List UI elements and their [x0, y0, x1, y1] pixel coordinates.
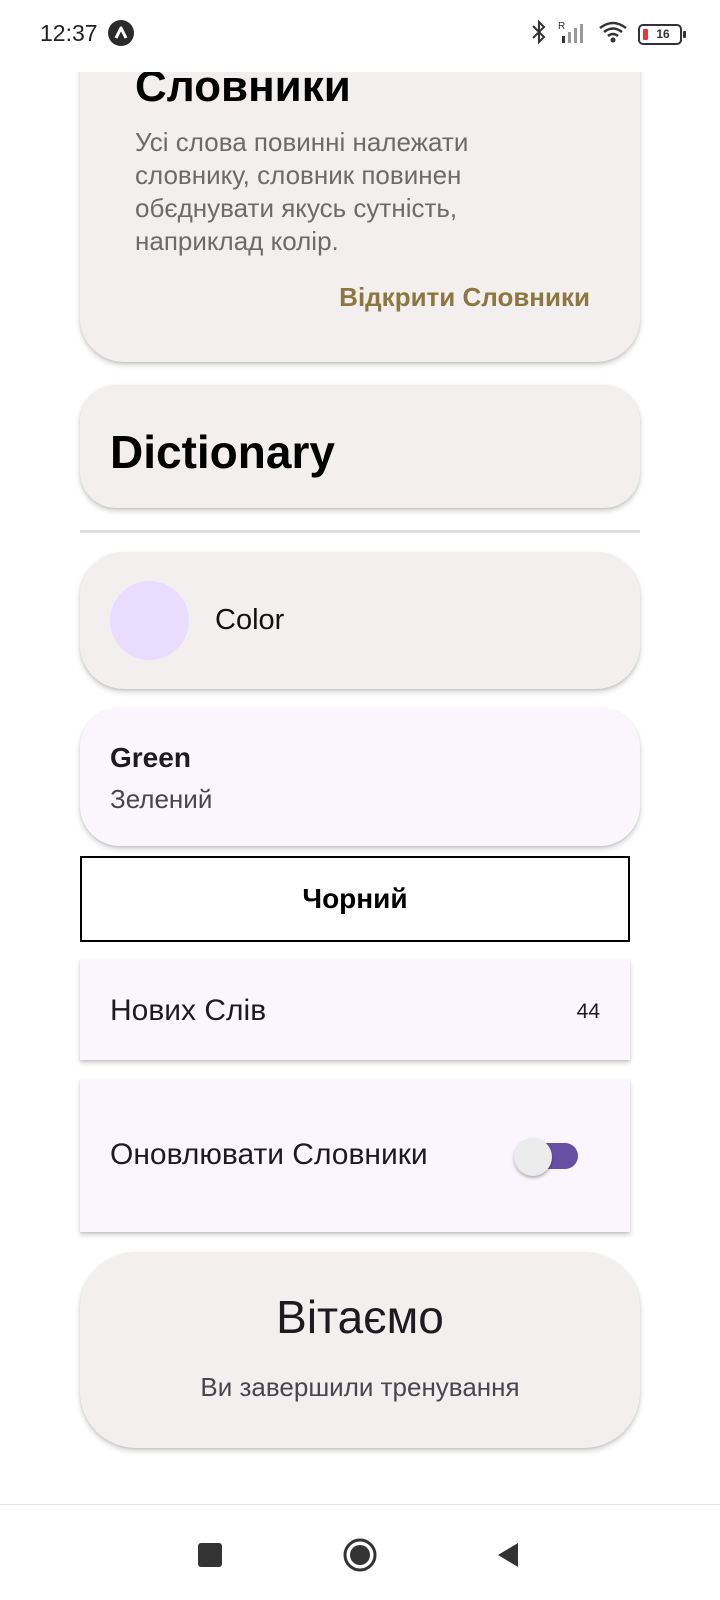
- color-dictionary-label: Color: [215, 604, 285, 636]
- navigation-bar: [0, 1504, 720, 1600]
- recents-icon[interactable]: [186, 1531, 234, 1579]
- word-translation: Зелений: [110, 784, 213, 814]
- new-words-label: Нових Слів: [110, 994, 267, 1027]
- app-badge-icon: [108, 20, 134, 46]
- open-dictionaries-button[interactable]: Відкрити Словники: [339, 282, 590, 313]
- welcome-card: Вітаємо Ви завершили тренування: [80, 1252, 640, 1448]
- welcome-title: Вітаємо: [276, 1291, 444, 1343]
- word-original: Green: [110, 742, 191, 773]
- new-words-row[interactable]: Нових Слів 44: [80, 960, 630, 1060]
- dictionaries-card: Словники Усі слова повинні належати слов…: [80, 72, 640, 362]
- black-answer-button[interactable]: Чорний: [80, 856, 630, 942]
- svg-text:R: R: [558, 21, 565, 32]
- battery-level: 16: [656, 27, 670, 41]
- back-icon[interactable]: [484, 1531, 532, 1579]
- dictionaries-card-title: Словники: [135, 72, 351, 111]
- bluetooth-icon: [530, 19, 548, 50]
- status-icons: R 16: [530, 18, 686, 50]
- word-card[interactable]: Green Зелений: [80, 708, 640, 846]
- new-words-count: 44: [576, 1000, 600, 1023]
- status-time: 12:37: [40, 20, 98, 46]
- update-dictionaries-toggle[interactable]: [514, 1138, 578, 1176]
- welcome-subtitle: Ви завершили тренування: [200, 1372, 520, 1402]
- update-dictionaries-label: Оновлювати Словники: [110, 1138, 428, 1171]
- signal-icon: R: [558, 19, 588, 50]
- divider: [80, 530, 640, 533]
- color-dictionary-card[interactable]: Color: [80, 552, 640, 689]
- home-icon[interactable]: [336, 1531, 384, 1579]
- dictionary-title: Dictionary: [110, 426, 335, 478]
- battery-icon: 16: [638, 23, 686, 45]
- update-dictionaries-row[interactable]: Оновлювати Словники: [80, 1080, 630, 1232]
- scroll-content[interactable]: Словники Усі слова повинні належати слов…: [0, 72, 720, 1504]
- color-swatch: [110, 581, 189, 660]
- dictionary-header-card: Dictionary: [80, 385, 640, 508]
- dictionaries-card-description: Усі слова повинні належати словнику, сло…: [135, 127, 469, 256]
- wifi-icon: [598, 20, 628, 49]
- status-bar: 12:37 R 16: [0, 0, 720, 72]
- toggle-thumb: [514, 1138, 552, 1176]
